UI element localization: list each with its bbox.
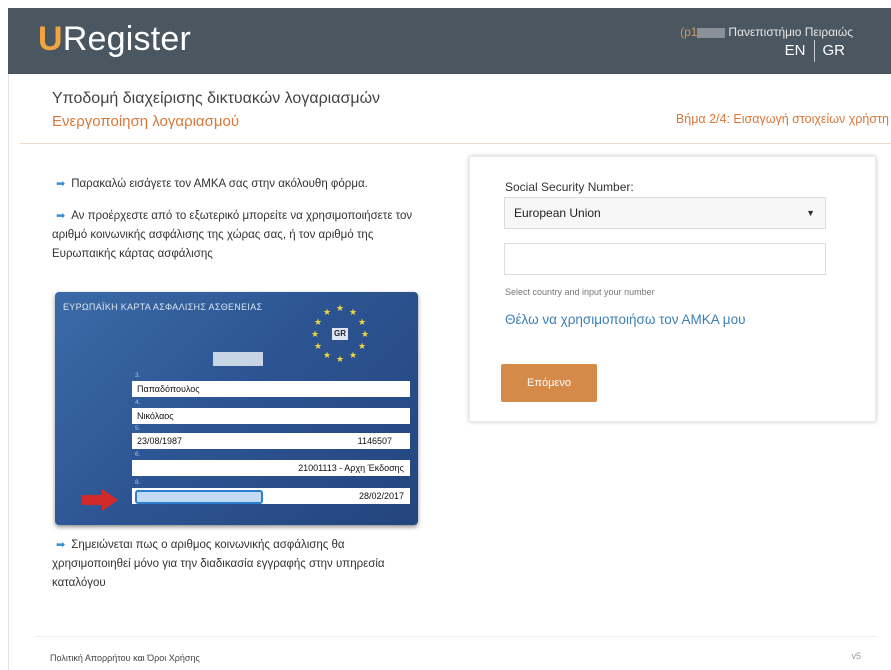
language-switcher: EN GR	[785, 40, 845, 62]
page-title: Υποδομή διαχείρισης δικτυακών λογαριασμώ…	[52, 90, 381, 107]
card-personal-id: 1146507	[357, 436, 392, 446]
instruction-1: ➡ Παρακαλώ εισάγετε τον ΑΜΚΑ σας στην ακό…	[52, 175, 422, 194]
svg-text:★: ★	[311, 330, 319, 340]
page-left-border	[8, 74, 9, 670]
arrow-right-icon: ➡	[56, 539, 66, 551]
card-title: ΕΥΡΩΠΑΪΚΗ ΚΑΡΤΑ ΑΣΦΑΛΙΣΗΣ ΑΣΘΕΝΕΙΑΣ	[63, 302, 263, 312]
svg-text:★: ★	[323, 308, 331, 318]
svg-text:★: ★	[336, 355, 344, 362]
arrow-right-icon: ➡	[56, 178, 66, 190]
country-select[interactable]: European Union ▼	[504, 197, 826, 229]
instruction-2-text: Αν προέρχεστε από το εξωτερικό μπορείτε …	[52, 210, 413, 260]
card-birth-row: 23/08/1987 1146507	[132, 433, 410, 449]
card-field-label: 8.	[135, 479, 141, 486]
logo-letter-u: U	[38, 20, 63, 58]
instruction-1-text: Παρακαλώ εισάγετε τον ΑΜΚΑ σας στην ακόλ…	[71, 178, 368, 190]
red-arrow-icon	[82, 489, 118, 511]
card-birthdate: 23/08/1987	[137, 436, 183, 446]
svg-text:★: ★	[314, 342, 322, 352]
footer-divider	[35, 636, 877, 637]
username: (p1	[680, 25, 698, 39]
svg-text:★: ★	[358, 342, 366, 352]
country-select-value: European Union	[514, 206, 601, 220]
app-logo[interactable]: URegister	[38, 20, 191, 59]
svg-text:★: ★	[323, 351, 331, 361]
card-photo-area	[213, 352, 263, 366]
top-bar: URegister (p1 Πανεπιστήμιο Πειραιώς EN GR	[8, 8, 891, 74]
card-field-label: 4.	[135, 399, 141, 406]
card-country-code: GR	[332, 328, 348, 340]
ssn-hint: Select country and input your number	[505, 287, 655, 297]
svg-text:★: ★	[336, 304, 344, 314]
svg-text:★: ★	[314, 318, 322, 328]
instruction-3: ➡ Σημειώνεται πως ο αριθμος κοινωνικής ασ…	[52, 536, 422, 593]
ssn-label: Social Security Number:	[505, 180, 634, 194]
card-institution: 21001113 - Αρχη Έκδοσης	[132, 460, 410, 476]
ssn-input[interactable]	[504, 243, 826, 275]
privacy-policy-link[interactable]: Πολιτική Απορρήτου και Όροι Χρήσης	[50, 653, 200, 663]
instructions: ➡ Παρακαλώ εισάγετε τον ΑΜΚΑ σας στην ακό…	[52, 175, 422, 277]
svg-text:★: ★	[349, 308, 357, 318]
ehic-card-image: ΕΥΡΩΠΑΪΚΗ ΚΑΡΤΑ ΑΣΦΑΛΙΣΗΣ ΑΣΘΕΝΕΙΑΣ ★ ★ ★ …	[55, 292, 418, 525]
svg-text:★: ★	[358, 318, 366, 328]
version-label: v5	[851, 651, 861, 661]
card-field-label: 3.	[135, 372, 141, 379]
instruction-3-text: Σημειώνεται πως ο αριθμος κοινωνικής ασφ…	[52, 539, 385, 589]
step-indicator: Βήμα 2/4: Εισαγωγή στοιχείων χρήστη	[675, 112, 889, 126]
svg-text:★: ★	[361, 330, 369, 340]
institution-name: Πανεπιστήμιο Πειραιώς	[728, 25, 853, 39]
instructions-note: ➡ Σημειώνεται πως ο αριθμος κοινωνικής ασ…	[52, 536, 422, 606]
lang-gr-link[interactable]: GR	[823, 42, 846, 59]
page-subtitle: Ενεργοποίηση λογαριασμού	[52, 113, 240, 130]
logo-text: Register	[62, 20, 191, 58]
card-field-label: 5.	[135, 425, 141, 432]
user-info: (p1 Πανεπιστήμιο Πειραιώς	[680, 25, 853, 39]
next-button[interactable]: Επόμενο	[501, 364, 597, 402]
lang-en-link[interactable]: EN	[785, 42, 806, 59]
card-name: Νικόλαος	[132, 408, 410, 424]
use-amka-link[interactable]: Θέλω να χρησιμοποιήσω τον ΑΜΚΑ μου	[505, 312, 745, 327]
username-redaction	[697, 27, 726, 38]
svg-text:★: ★	[349, 351, 357, 361]
header-divider	[20, 143, 891, 144]
card-number-highlight	[135, 490, 263, 504]
card-field-label: 6.	[135, 451, 141, 458]
arrow-right-icon: ➡	[56, 210, 66, 222]
caret-down-icon: ▼	[806, 208, 815, 218]
instruction-2: ➡ Αν προέρχεστε από το εξωτερικό μπορείτε…	[52, 207, 422, 264]
card-surname: Παπαδόπουλος	[132, 381, 410, 397]
lang-divider	[813, 40, 815, 62]
